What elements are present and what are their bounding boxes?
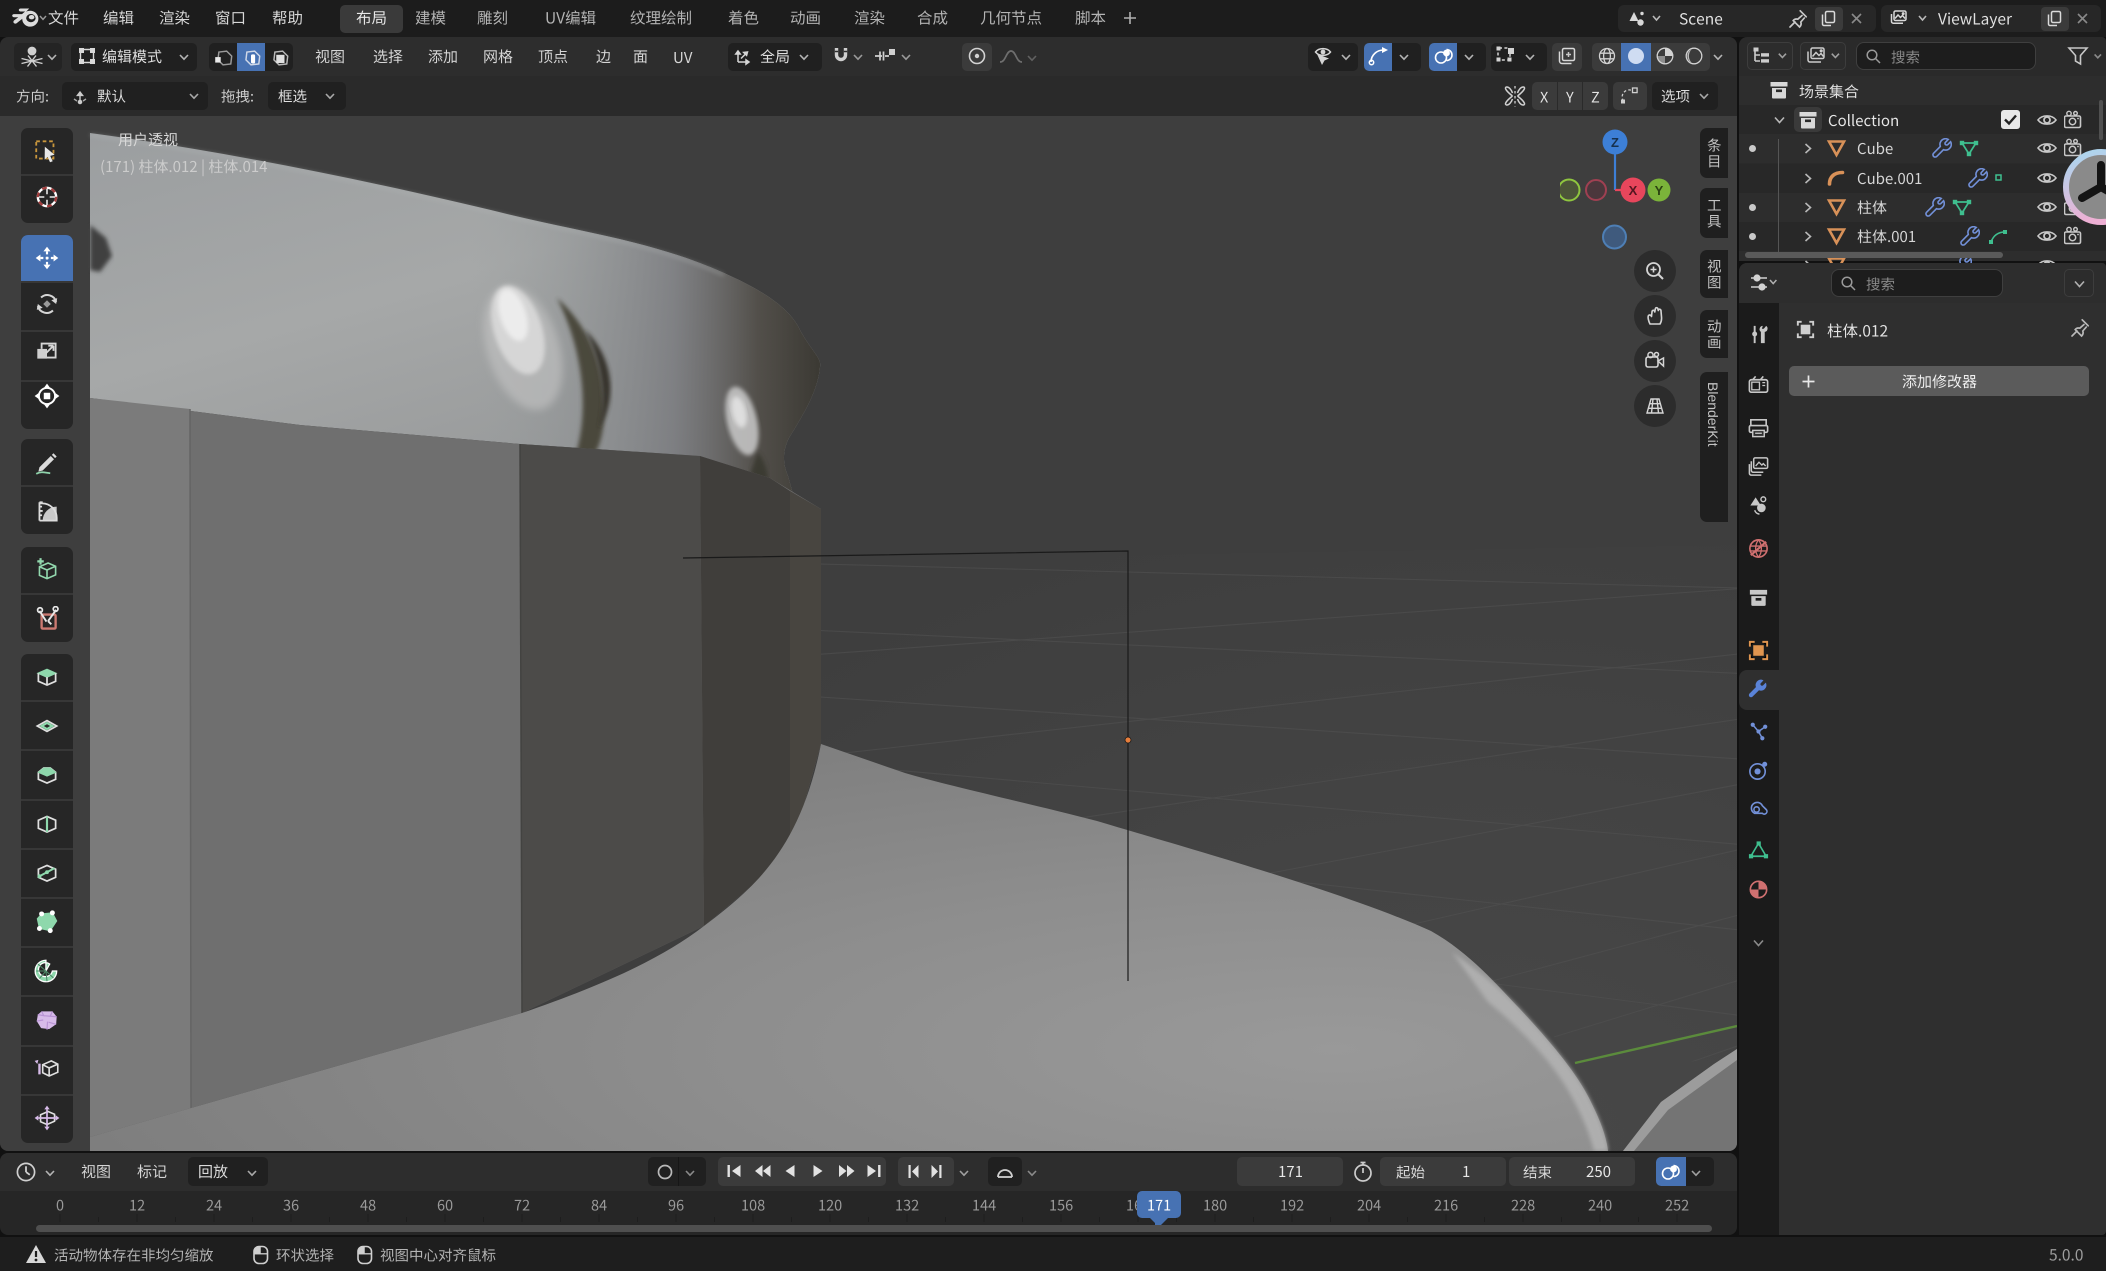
svg-text:Y: Y <box>1655 183 1664 198</box>
svg-text:Z: Z <box>1611 135 1619 150</box>
svg-text:X: X <box>1629 183 1638 198</box>
